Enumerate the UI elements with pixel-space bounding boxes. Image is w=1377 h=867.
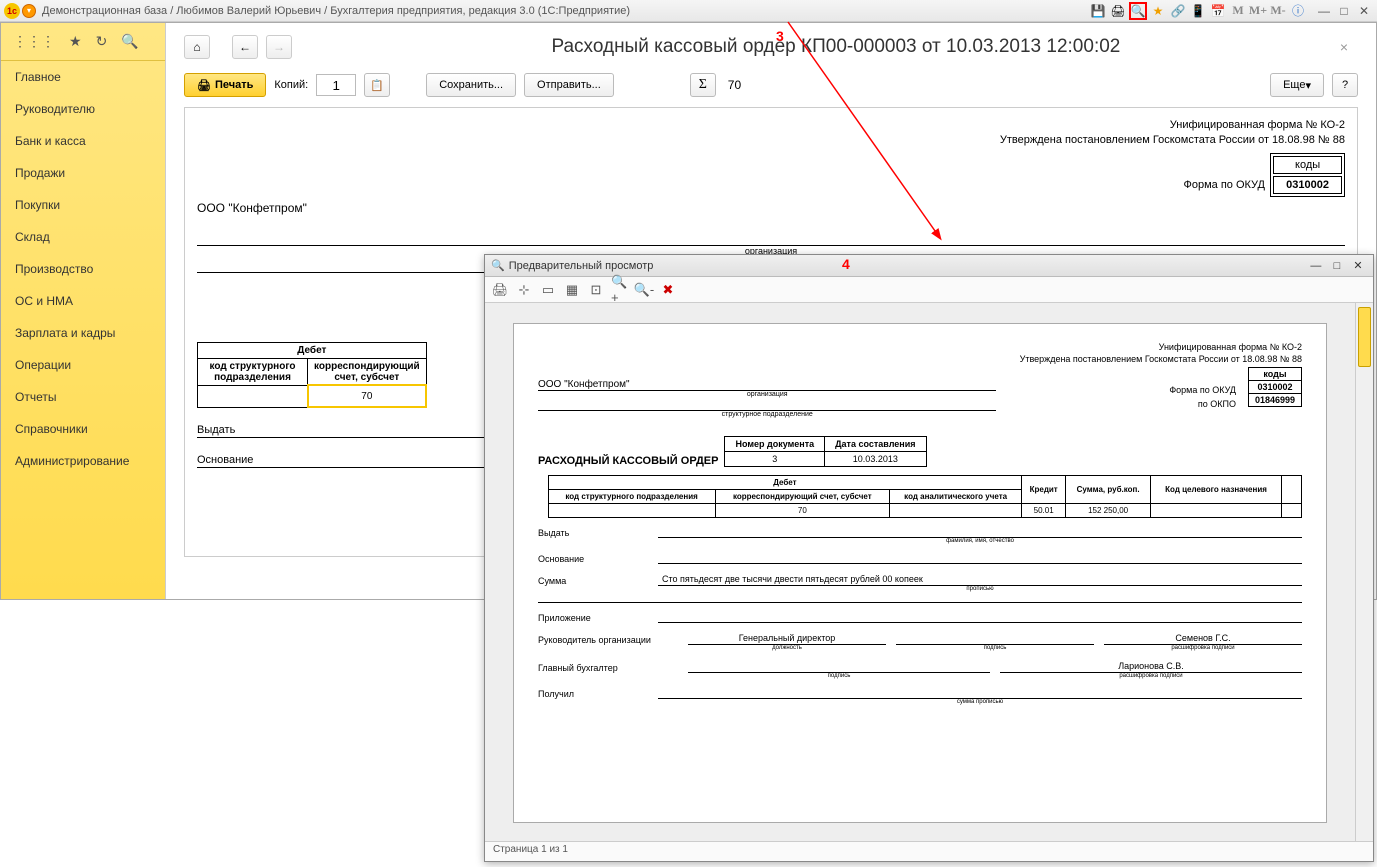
favorite-icon[interactable]: ★	[1149, 2, 1167, 20]
send-button[interactable]: Отправить...	[524, 73, 614, 97]
okud-label: Форма по ОКУД	[197, 179, 1265, 191]
print-icon[interactable]: 🖨	[1109, 2, 1127, 20]
pw-docnum-table: Номер документаДата составления 310.03.2…	[724, 436, 926, 467]
menu-icon[interactable]: ⋮⋮⋮	[13, 33, 55, 50]
dropdown-icon[interactable]: ▾	[22, 4, 36, 18]
pw-main-table: Дебет Кредит Сумма, руб.коп. Код целевог…	[538, 475, 1302, 518]
calc-icon[interactable]: 📱	[1189, 2, 1207, 20]
annotation-4: 4	[842, 256, 850, 272]
titlebar-tools: 💾 🖨 🔍 ★ 🔗 📱 📅 M M+ M- ⓘ	[1089, 2, 1307, 20]
sidebar-item-catalogs[interactable]: Справочники	[1, 413, 165, 445]
m-plus-icon[interactable]: M+	[1249, 2, 1267, 20]
preview-scrollbar[interactable]	[1355, 303, 1373, 841]
save-button[interactable]: Сохранить...	[426, 73, 516, 97]
selected-cell[interactable]: 70	[308, 385, 427, 407]
toolbar: 🖨Печать Копий: 📋 Сохранить... Отправить.…	[166, 67, 1376, 107]
org-name: ООО "Конфетпром"	[197, 201, 1345, 215]
help-button[interactable]: ?	[1332, 73, 1358, 97]
preview-title: Предварительный просмотр	[509, 260, 654, 272]
pw-zoom-in-icon[interactable]: 🔍+	[611, 281, 629, 299]
pw-page-icon[interactable]: ▭	[539, 281, 557, 299]
codes-box: коды 0310002	[1270, 153, 1345, 197]
sidebar-item-assets[interactable]: ОС и НМА	[1, 285, 165, 317]
app-logo-icon: 1c	[4, 3, 20, 19]
calendar-icon[interactable]: 📅	[1209, 2, 1227, 20]
sidebar-item-admin[interactable]: Администрирование	[1, 445, 165, 477]
preview-icon: 🔍	[491, 259, 505, 272]
preview-body: Унифицированная форма № КО-2 Утверждена …	[485, 303, 1373, 841]
scrollbar-thumb[interactable]	[1358, 307, 1371, 367]
content-header: ⌂ ← → Расходный кассовый ордер КП00-0000…	[166, 23, 1376, 67]
forward-button[interactable]: →	[266, 35, 292, 59]
link-icon[interactable]: 🔗	[1169, 2, 1187, 20]
preview-status: Страница 1 из 1	[485, 841, 1373, 861]
pw-codes: коды 0310002 01846999	[1248, 367, 1302, 407]
home-button[interactable]: ⌂	[184, 35, 210, 59]
print-button[interactable]: 🖨Печать	[184, 73, 266, 97]
window-controls: — □ ✕	[1315, 3, 1373, 19]
sidebar-item-operations[interactable]: Операции	[1, 349, 165, 381]
sidebar-item-purchases[interactable]: Покупки	[1, 189, 165, 221]
m-minus-icon[interactable]: M-	[1269, 2, 1287, 20]
back-button[interactable]: ←	[232, 35, 258, 59]
close-icon[interactable]: ✕	[1355, 3, 1373, 19]
search-icon[interactable]: 🔍	[121, 33, 138, 50]
sum-value: 70	[728, 78, 741, 92]
doc-title: Расходный кассовый ордер КП00-000003 от …	[340, 36, 1332, 58]
sidebar: ⋮⋮⋮ ★ ↻ 🔍 Главное Руководителю Банк и ка…	[1, 23, 166, 599]
preview-page-wrap[interactable]: Унифицированная форма № КО-2 Утверждена …	[485, 303, 1355, 841]
close-tab-icon[interactable]: ×	[1340, 39, 1348, 55]
sidebar-item-bank[interactable]: Банк и касса	[1, 125, 165, 157]
copies-input[interactable]	[316, 74, 356, 96]
debit-table: Дебет код структурного подразделениякорр…	[197, 342, 427, 408]
preview-minimize-icon[interactable]: —	[1307, 258, 1325, 274]
sum-button[interactable]: Σ	[690, 73, 716, 97]
titlebar: 1c ▾ Демонстрационная база / Любимов Вал…	[0, 0, 1377, 22]
sidebar-item-sales[interactable]: Продажи	[1, 157, 165, 189]
maximize-icon[interactable]: □	[1335, 3, 1353, 19]
info-icon[interactable]: ⓘ	[1289, 2, 1307, 20]
sidebar-icons: ⋮⋮⋮ ★ ↻ 🔍	[1, 23, 165, 61]
sidebar-item-warehouse[interactable]: Склад	[1, 221, 165, 253]
sidebar-item-reports[interactable]: Отчеты	[1, 381, 165, 413]
preview-maximize-icon[interactable]: □	[1328, 258, 1346, 274]
pw-fit-icon[interactable]: ⊹	[515, 281, 533, 299]
preview-toolbar: 🖨 ⊹ ▭ ▦ ⊡ 🔍+ 🔍- ✖	[485, 277, 1373, 303]
copies-label: Копий:	[274, 79, 308, 91]
annotation-3: 3	[776, 28, 784, 44]
preview-window-controls: — □ ✕	[1307, 257, 1367, 274]
m-icon[interactable]: M	[1229, 2, 1247, 20]
history-icon[interactable]: ↻	[96, 33, 108, 50]
preview-close-icon[interactable]: ✕	[1349, 257, 1367, 273]
sidebar-item-main[interactable]: Главное	[1, 61, 165, 93]
minimize-icon[interactable]: —	[1315, 3, 1333, 19]
save-icon[interactable]: 💾	[1089, 2, 1107, 20]
settings-button[interactable]: 📋	[364, 73, 390, 97]
form-header: Унифицированная форма № КО-2 Утверждена …	[197, 118, 1345, 149]
sidebar-item-manager[interactable]: Руководителю	[1, 93, 165, 125]
sidebar-item-production[interactable]: Производство	[1, 253, 165, 285]
pw-zoom-icon[interactable]: ⊡	[587, 281, 605, 299]
more-button[interactable]: Еще ▾	[1270, 73, 1324, 97]
pw-close-preview-icon[interactable]: ✖	[659, 281, 677, 299]
star-icon[interactable]: ★	[69, 33, 82, 50]
preview-page: Унифицированная форма № КО-2 Утверждена …	[513, 323, 1327, 823]
print-preview-icon[interactable]: 🔍	[1129, 2, 1147, 20]
preview-window: 🔍 Предварительный просмотр — □ ✕ 🖨 ⊹ ▭ ▦…	[484, 254, 1374, 862]
pw-zoom-out-icon[interactable]: 🔍-	[635, 281, 653, 299]
window-title: Демонстрационная база / Любимов Валерий …	[42, 5, 1089, 17]
pw-pages-icon[interactable]: ▦	[563, 281, 581, 299]
sidebar-item-salary[interactable]: Зарплата и кадры	[1, 317, 165, 349]
pw-print-icon[interactable]: 🖨	[491, 281, 509, 299]
